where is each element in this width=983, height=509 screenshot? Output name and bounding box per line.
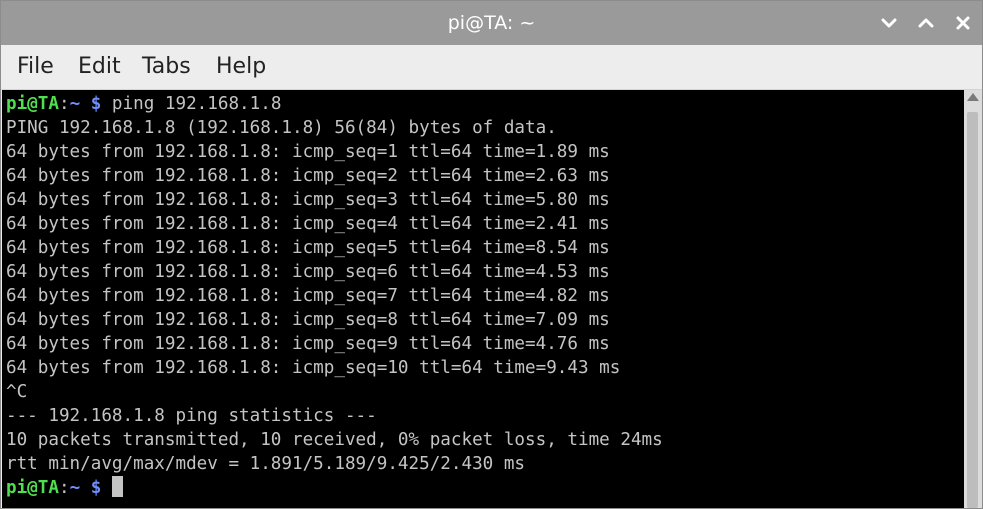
prompt-user-host: pi@TA: [6, 94, 59, 114]
menu-bar: File Edit Tabs Help: [1, 45, 982, 90]
terminal-window: pi@TA: ~ File Edit Tabs Help pi@TA:~ $ p…: [0, 0, 983, 509]
prompt-dollar: $: [90, 94, 102, 114]
prompt-path: ~: [69, 478, 81, 498]
output-line: 64 bytes from 192.168.1.8: icmp_seq=4 tt…: [6, 214, 610, 234]
text-cursor: [111, 476, 123, 497]
title-bar[interactable]: pi@TA: ~: [1, 1, 982, 45]
minimize-icon[interactable]: [877, 11, 901, 35]
output-line: --- 192.168.1.8 ping statistics ---: [6, 406, 377, 426]
menu-file[interactable]: File: [17, 54, 54, 79]
output-line: 64 bytes from 192.168.1.8: icmp_seq=10 t…: [6, 358, 621, 378]
prompt-path: ~: [69, 94, 81, 114]
menu-tabs[interactable]: Tabs: [142, 54, 191, 79]
output-line: ^C: [6, 382, 28, 402]
vertical-scrollbar[interactable]: [964, 90, 982, 508]
prompt-colon: :: [58, 94, 70, 114]
prompt-user-host: pi@TA: [6, 478, 59, 498]
scroll-thumb[interactable]: [967, 112, 978, 508]
close-icon[interactable]: [951, 11, 975, 35]
command-text: ping 192.168.1.8: [101, 94, 282, 114]
output-line: 64 bytes from 192.168.1.8: icmp_seq=1 tt…: [6, 142, 610, 162]
prompt-dollar: $: [90, 478, 102, 498]
menu-help[interactable]: Help: [216, 54, 266, 79]
output-line: 64 bytes from 192.168.1.8: icmp_seq=9 tt…: [6, 334, 610, 354]
prompt-colon: :: [58, 478, 70, 498]
output-line: PING 192.168.1.8 (192.168.1.8) 56(84) by…: [6, 118, 557, 138]
prompt-line: pi@TA:~ $ ping 192.168.1.8: [6, 92, 281, 116]
output-line: 64 bytes from 192.168.1.8: icmp_seq=8 tt…: [6, 310, 610, 330]
output-line: 64 bytes from 192.168.1.8: icmp_seq=6 tt…: [6, 262, 610, 282]
output-line: 64 bytes from 192.168.1.8: icmp_seq=3 tt…: [6, 190, 610, 210]
window-title: pi@TA: ~: [447, 12, 536, 34]
output-line: rtt min/avg/max/mdev = 1.891/5.189/9.425…: [6, 454, 526, 474]
output-line: 64 bytes from 192.168.1.8: icmp_seq=7 tt…: [6, 286, 610, 306]
menu-edit[interactable]: Edit: [78, 54, 121, 79]
output-line: 64 bytes from 192.168.1.8: icmp_seq=2 tt…: [6, 166, 610, 186]
prompt-line: pi@TA:~ $: [6, 476, 123, 500]
terminal-output[interactable]: pi@TA:~ $ ping 192.168.1.8 PING 192.168.…: [2, 90, 964, 508]
output-line: 10 packets transmitted, 10 received, 0% …: [6, 430, 663, 450]
maximize-icon[interactable]: [914, 11, 938, 35]
scroll-up-icon[interactable]: [967, 93, 979, 101]
output-line: 64 bytes from 192.168.1.8: icmp_seq=5 tt…: [6, 238, 610, 258]
